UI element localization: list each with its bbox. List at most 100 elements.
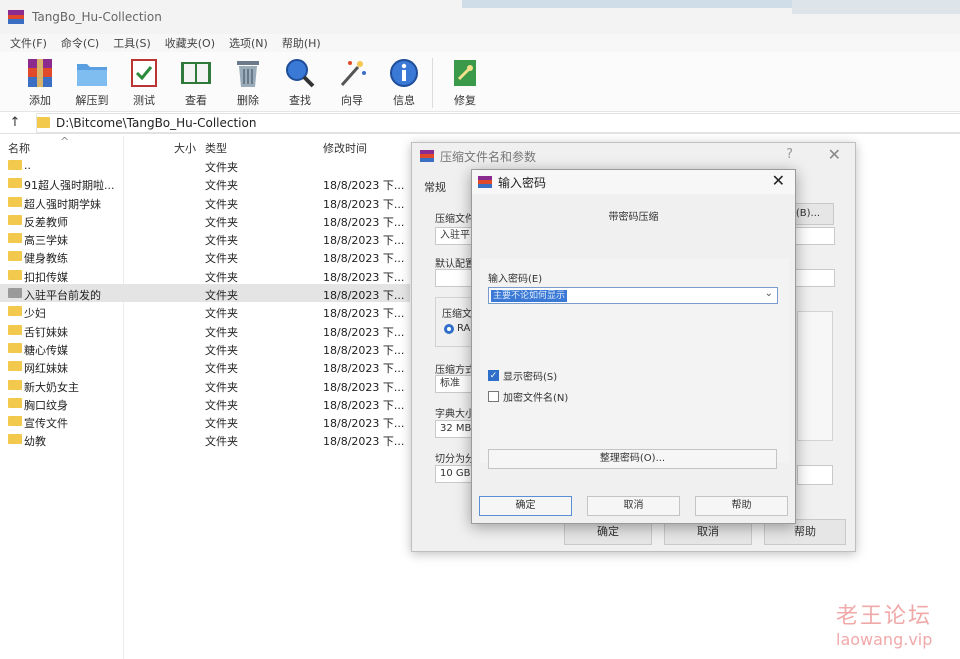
list-item[interactable]: 少妇 文件夹 18/8/2023 下... bbox=[0, 302, 410, 320]
organize-passwords-button[interactable]: 整理密码(O)... bbox=[488, 449, 777, 469]
right-field-stub bbox=[797, 465, 833, 485]
winrar-app-icon bbox=[420, 150, 434, 162]
repair-icon bbox=[448, 56, 482, 90]
close-icon[interactable]: ✕ bbox=[772, 171, 785, 190]
folder-icon bbox=[8, 269, 22, 280]
trash-icon bbox=[231, 56, 265, 90]
background-window-strip bbox=[462, 0, 792, 8]
winrar-app-icon bbox=[8, 10, 24, 25]
menu-commands[interactable]: 命令(C) bbox=[61, 35, 99, 51]
password-selected-text: 主要不论如何显示 bbox=[491, 290, 568, 302]
password-ok-button[interactable]: 确定 bbox=[479, 496, 572, 516]
help-question-icon[interactable]: ? bbox=[786, 147, 793, 162]
checkbox-unchecked-icon bbox=[488, 391, 499, 402]
params-dialog-title: 压缩文件名和参数 bbox=[440, 149, 537, 164]
archive-name-label: 压缩文件 bbox=[435, 214, 475, 225]
list-item[interactable]: 高三学妹 文件夹 18/8/2023 下... bbox=[0, 229, 410, 247]
format-rar-radio[interactable]: RA bbox=[444, 323, 470, 334]
test-checklist-icon bbox=[127, 56, 161, 90]
toolbar-test-button[interactable]: 测试 bbox=[118, 56, 170, 108]
winrar-app-icon bbox=[478, 176, 492, 188]
folder-icon bbox=[8, 178, 22, 189]
chevron-down-icon[interactable]: ⌄ bbox=[765, 288, 773, 299]
profile-label: 默认配置 bbox=[435, 259, 475, 270]
method-select[interactable]: 标准 bbox=[435, 375, 475, 393]
toolbar-info-button[interactable]: 信息 bbox=[378, 56, 430, 108]
encrypt-filenames-checkbox[interactable]: 加密文件名(N) bbox=[488, 389, 568, 404]
password-dialog-title: 输入密码 bbox=[498, 175, 547, 190]
split-label: 切分为分 bbox=[435, 454, 475, 465]
list-item[interactable]: 网红妹妹 文件夹 18/8/2023 下... bbox=[0, 357, 410, 375]
folder-icon bbox=[8, 416, 22, 427]
toolbar-view-button[interactable]: 查看 bbox=[170, 56, 222, 108]
menu-tools[interactable]: 工具(S) bbox=[113, 35, 151, 51]
file-list: .. 文件夹 91超人强时期啦... 文件夹 18/8/2023 下... 超人强时期… bbox=[0, 156, 410, 449]
list-item[interactable]: 扣扣传媒 文件夹 18/8/2023 下... bbox=[0, 266, 410, 284]
folder-icon bbox=[8, 251, 22, 262]
list-item[interactable]: .. 文件夹 bbox=[0, 156, 410, 174]
column-modified[interactable]: 修改时间 bbox=[323, 140, 367, 156]
address-field-border bbox=[36, 113, 960, 133]
close-icon[interactable]: ✕ bbox=[828, 145, 841, 164]
folder-icon bbox=[8, 214, 22, 225]
menu-file[interactable]: 文件(F) bbox=[10, 35, 47, 51]
menu-bar: 文件(F) 命令(C) 工具(S) 收藏夹(O) 选项(N) 帮助(H) bbox=[0, 34, 960, 52]
menu-options[interactable]: 选项(N) bbox=[229, 35, 268, 51]
column-size[interactable]: 大小 bbox=[174, 140, 196, 156]
toolbar: 添加 解压到 测试 查看 删除 查找 向导 信息 修复 bbox=[0, 52, 960, 112]
menu-favorites[interactable]: 收藏夹(O) bbox=[165, 35, 215, 51]
tab-general[interactable]: 常规 bbox=[424, 179, 446, 195]
toolbar-extract-button[interactable]: 解压到 bbox=[66, 56, 118, 108]
toolbar-add-button[interactable]: 添加 bbox=[14, 56, 66, 108]
folder-icon bbox=[8, 324, 22, 335]
list-item-selected[interactable]: 入驻平台前发的 文件夹 18/8/2023 下... bbox=[0, 284, 410, 303]
folder-icon bbox=[8, 196, 22, 207]
toolbar-delete-button[interactable]: 删除 bbox=[222, 56, 274, 108]
folder-icon bbox=[8, 361, 22, 372]
password-dialog-titlebar: 输入密码 ✕ bbox=[472, 170, 795, 194]
list-item[interactable]: 91超人强时期啦... 文件夹 18/8/2023 下... bbox=[0, 174, 410, 192]
up-folder-button[interactable]: ↑ bbox=[0, 115, 30, 130]
toolbar-repair-button[interactable]: 修复 bbox=[439, 56, 491, 108]
list-item[interactable]: 宣传文件 文件夹 18/8/2023 下... bbox=[0, 412, 410, 430]
folder-icon bbox=[8, 379, 22, 390]
toolbar-separator bbox=[432, 58, 433, 108]
list-item[interactable]: 新大奶女主 文件夹 18/8/2023 下... bbox=[0, 376, 410, 394]
dictionary-select[interactable]: 32 MB bbox=[435, 420, 475, 438]
show-password-checkbox[interactable]: ✓ 显示密码(S) bbox=[488, 368, 557, 383]
watermark-text: 老王论坛 bbox=[836, 604, 933, 629]
password-input[interactable]: 主要不论如何显示 ⌄ bbox=[488, 287, 778, 304]
password-help-button[interactable]: 帮助 bbox=[695, 496, 788, 516]
password-dialog-subtitle: 带密码压缩 bbox=[608, 212, 659, 223]
list-item[interactable]: 健身教练 文件夹 18/8/2023 下... bbox=[0, 247, 410, 265]
options-group-frame bbox=[797, 311, 833, 441]
list-item[interactable]: 幼教 文件夹 18/8/2023 下... bbox=[0, 430, 410, 448]
toolbar-find-button[interactable]: 查找 bbox=[274, 56, 326, 108]
folder-icon bbox=[8, 397, 22, 408]
menu-help[interactable]: 帮助(H) bbox=[282, 35, 321, 51]
list-item[interactable]: 舌钉妹妹 文件夹 18/8/2023 下... bbox=[0, 321, 410, 339]
wizard-wand-icon bbox=[335, 56, 369, 90]
enter-password-label: 输入密码(E) bbox=[488, 274, 543, 285]
list-item[interactable]: 反差教师 文件夹 18/8/2023 下... bbox=[0, 211, 410, 229]
toolbar-wizard-button[interactable]: 向导 bbox=[326, 56, 378, 108]
method-label: 压缩方式 bbox=[435, 365, 475, 376]
folder-icon bbox=[8, 306, 22, 317]
window-title: TangBo_Hu-Collection bbox=[32, 10, 162, 24]
params-dialog-titlebar: 压缩文件名和参数 ? ✕ bbox=[412, 143, 855, 169]
checkbox-checked-icon: ✓ bbox=[488, 370, 499, 381]
folder-icon bbox=[8, 288, 22, 299]
list-item[interactable]: 超人强时期学妹 文件夹 18/8/2023 下... bbox=[0, 193, 410, 211]
list-item[interactable]: 胸口纹身 文件夹 18/8/2023 下... bbox=[0, 394, 410, 412]
column-type[interactable]: 类型 bbox=[205, 140, 227, 156]
title-bar: TangBo_Hu-Collection bbox=[0, 0, 960, 34]
list-item[interactable]: 糖心传媒 文件夹 18/8/2023 下... bbox=[0, 339, 410, 357]
view-book-icon bbox=[179, 56, 213, 90]
split-select[interactable]: 10 GB bbox=[435, 465, 475, 483]
info-icon bbox=[387, 56, 421, 90]
folder-icon bbox=[8, 160, 22, 170]
format-label: 压缩文 bbox=[442, 309, 472, 320]
folder-icon bbox=[8, 233, 22, 244]
password-cancel-button[interactable]: 取消 bbox=[587, 496, 680, 516]
add-archive-icon bbox=[23, 56, 57, 90]
